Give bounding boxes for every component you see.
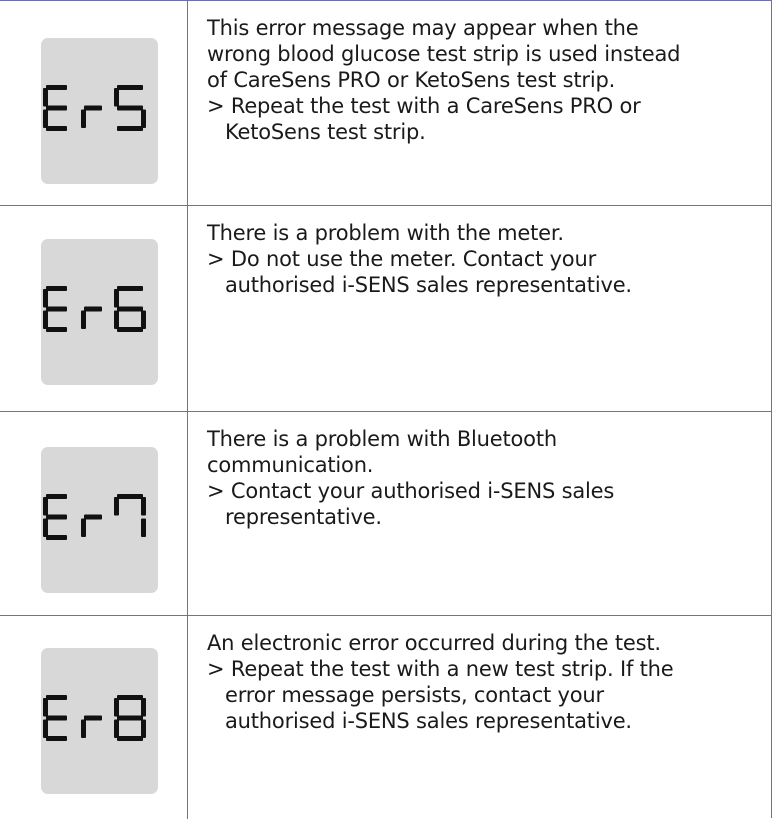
- lcd-segment-e: [114, 719, 119, 738]
- lcd-digits-er8: [43, 695, 146, 741]
- lcd-display-er8: [41, 648, 158, 794]
- lcd-segment-g: [46, 715, 67, 721]
- error-message-er6: There is a problem with the meter. > Do …: [207, 220, 767, 298]
- lcd-segment-b: [141, 497, 146, 516]
- error-table: This error message may appear when the w…: [0, 0, 772, 819]
- lcd-segment-d: [117, 327, 143, 332]
- lcd-segment-g: [46, 306, 67, 312]
- lcd-segment-g: [84, 105, 102, 111]
- lcd-display-er7: [41, 447, 158, 593]
- lcd-digits-er7: [43, 494, 146, 540]
- lcd-display-er6: [41, 239, 158, 385]
- action-line: > Contact your authorised i-SENS sales: [207, 479, 615, 503]
- lcd-segment-f: [43, 497, 48, 516]
- lcd-segment-a: [117, 85, 143, 90]
- lcd-segment-f: [114, 497, 119, 516]
- display-cell: [0, 616, 188, 819]
- description-line: This error message may appear when the: [207, 16, 639, 40]
- lcd-segment-g: [117, 306, 143, 312]
- lcd-segment-g: [117, 105, 143, 111]
- lcd-segment-g: [84, 306, 102, 312]
- error-message-er7: There is a problem with Bluetooth commun…: [207, 426, 767, 530]
- lcd-digits-er6: [43, 286, 146, 332]
- lcd-segment-b: [141, 698, 146, 717]
- lcd-segment-f: [43, 289, 48, 308]
- lcd-segment-a: [117, 494, 143, 499]
- error-message-er5: This error message may appear when the w…: [207, 15, 767, 145]
- action-line: > Repeat the test with a CareSens PRO or: [207, 94, 641, 118]
- lcd-segment-g: [46, 105, 67, 111]
- lcd-segment-e: [81, 109, 86, 128]
- lcd-segment-d: [46, 736, 67, 741]
- lcd-segment-e: [43, 719, 48, 738]
- display-cell: [0, 206, 188, 411]
- lcd-digits-er5: [43, 85, 146, 131]
- display-cell: [0, 412, 188, 615]
- error-row-er8: An electronic error occurred during the …: [0, 616, 772, 819]
- lcd-segment-e: [114, 310, 119, 329]
- action-line: representative.: [225, 505, 382, 529]
- action-line: authorised i-SENS sales representative.: [225, 709, 632, 733]
- lcd-segment-f: [43, 88, 48, 107]
- lcd-segment-c: [141, 310, 146, 329]
- error-row-er5: This error message may appear when the w…: [0, 1, 772, 206]
- lcd-segment-g: [84, 514, 102, 520]
- lcd-segment-e: [81, 719, 86, 738]
- lcd-segment-d: [117, 736, 143, 741]
- lcd-segment-f: [114, 88, 119, 107]
- lcd-segment-c: [141, 109, 146, 128]
- lcd-segment-a: [46, 85, 67, 90]
- lcd-segment-g: [84, 715, 102, 721]
- lcd-segment-g: [46, 514, 67, 520]
- lcd-segment-d: [46, 327, 67, 332]
- action-line: KetoSens test strip.: [225, 120, 426, 144]
- description-line: of CareSens PRO or KetoSens test strip.: [207, 68, 616, 92]
- lcd-segment-f: [114, 698, 119, 717]
- error-row-er7: There is a problem with Bluetooth commun…: [0, 412, 772, 616]
- description-line: There is a problem with the meter.: [207, 221, 564, 245]
- description-line: communication.: [207, 453, 374, 477]
- lcd-display-er5: [41, 38, 158, 184]
- lcd-segment-d: [46, 126, 67, 131]
- error-row-er6: There is a problem with the meter. > Do …: [0, 206, 772, 412]
- lcd-segment-e: [81, 310, 86, 329]
- lcd-segment-e: [43, 310, 48, 329]
- lcd-segment-e: [43, 518, 48, 537]
- action-line: > Repeat the test with a new test strip.…: [207, 657, 674, 681]
- description-line: There is a problem with Bluetooth: [207, 427, 557, 451]
- lcd-segment-a: [46, 494, 67, 499]
- lcd-segment-g: [117, 715, 143, 721]
- lcd-segment-d: [46, 535, 67, 540]
- lcd-segment-a: [46, 286, 67, 291]
- lcd-segment-c: [141, 518, 146, 537]
- error-message-er8: An electronic error occurred during the …: [207, 630, 767, 734]
- lcd-segment-c: [141, 719, 146, 738]
- lcd-segment-a: [46, 695, 67, 700]
- lcd-segment-e: [43, 109, 48, 128]
- lcd-segment-e: [81, 518, 86, 537]
- description-line: wrong blood glucose test strip is used i…: [207, 42, 681, 66]
- lcd-segment-f: [43, 698, 48, 717]
- description-line: An electronic error occurred during the …: [207, 631, 661, 655]
- lcd-segment-f: [114, 289, 119, 308]
- lcd-segment-a: [117, 695, 143, 700]
- lcd-segment-a: [117, 286, 143, 291]
- action-line: authorised i-SENS sales representative.: [225, 273, 632, 297]
- lcd-segment-d: [117, 126, 143, 131]
- action-line: > Do not use the meter. Contact your: [207, 247, 597, 271]
- action-line: error message persists, contact your: [225, 683, 604, 707]
- display-cell: [0, 1, 188, 205]
